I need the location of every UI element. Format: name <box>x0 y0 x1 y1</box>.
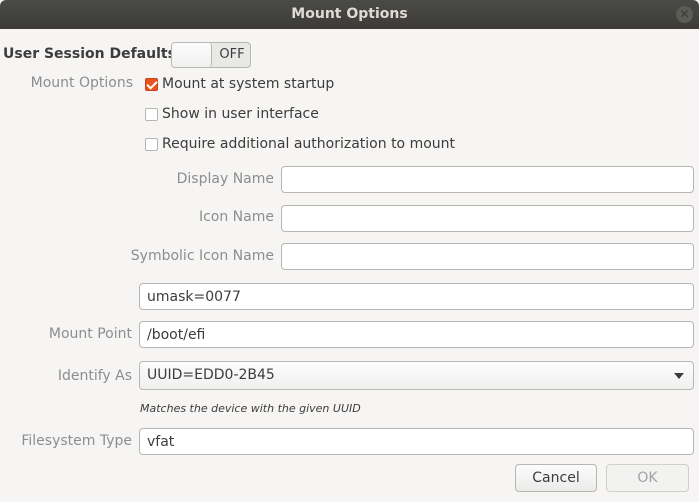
mount-options-input[interactable] <box>139 283 694 310</box>
mount-at-startup-checkbox-row[interactable]: Mount at system startup <box>145 74 334 94</box>
mount-at-startup-checkbox[interactable] <box>145 77 158 91</box>
close-icon[interactable]: ✕ <box>676 6 693 23</box>
mount-options-label: Mount Options <box>30 75 133 91</box>
show-in-ui-label: Show in user interface <box>162 106 319 122</box>
filesystem-type-input[interactable] <box>139 428 694 455</box>
identify-as-selected-value: UUID=EDD0-2B45 <box>147 367 275 383</box>
require-auth-checkbox-row[interactable]: Require additional authorization to moun… <box>145 134 455 154</box>
symbolic-icon-name-input[interactable] <box>281 243 694 270</box>
require-auth-label: Require additional authorization to moun… <box>162 136 456 152</box>
display-name-label: Display Name <box>176 171 274 187</box>
filesystem-type-label: Filesystem Type <box>21 433 132 449</box>
mount-point-input[interactable] <box>139 321 694 348</box>
window-title: Mount Options <box>291 6 408 22</box>
mount-at-startup-label: Mount at system startup <box>162 76 335 92</box>
dropdown-arrow-icon <box>674 373 684 379</box>
require-auth-checkbox[interactable] <box>145 137 158 151</box>
symbolic-icon-name-label: Symbolic Icon Name <box>130 248 274 264</box>
icon-name-input[interactable] <box>281 205 694 232</box>
show-in-ui-checkbox[interactable] <box>145 107 158 121</box>
identify-as-hint: Matches the device with the given UUID <box>140 402 361 415</box>
title-bar: Mount Options ✕ <box>0 0 699 29</box>
display-name-input[interactable] <box>281 166 694 193</box>
identify-as-label: Identify As <box>57 368 132 384</box>
cancel-button[interactable]: Cancel <box>515 464 597 492</box>
icon-name-label: Icon Name <box>198 209 274 225</box>
ok-button[interactable]: OK <box>606 464 689 492</box>
show-in-ui-checkbox-row[interactable]: Show in user interface <box>145 104 319 124</box>
toggle-state-label: OFF <box>219 47 245 62</box>
mount-point-label: Mount Point <box>48 326 132 342</box>
user-session-defaults-label: User Session Defaults <box>3 46 176 62</box>
identify-as-dropdown[interactable]: UUID=EDD0-2B45 <box>139 361 694 390</box>
user-session-defaults-toggle[interactable]: OFF <box>171 42 251 68</box>
toggle-knob <box>172 43 212 67</box>
